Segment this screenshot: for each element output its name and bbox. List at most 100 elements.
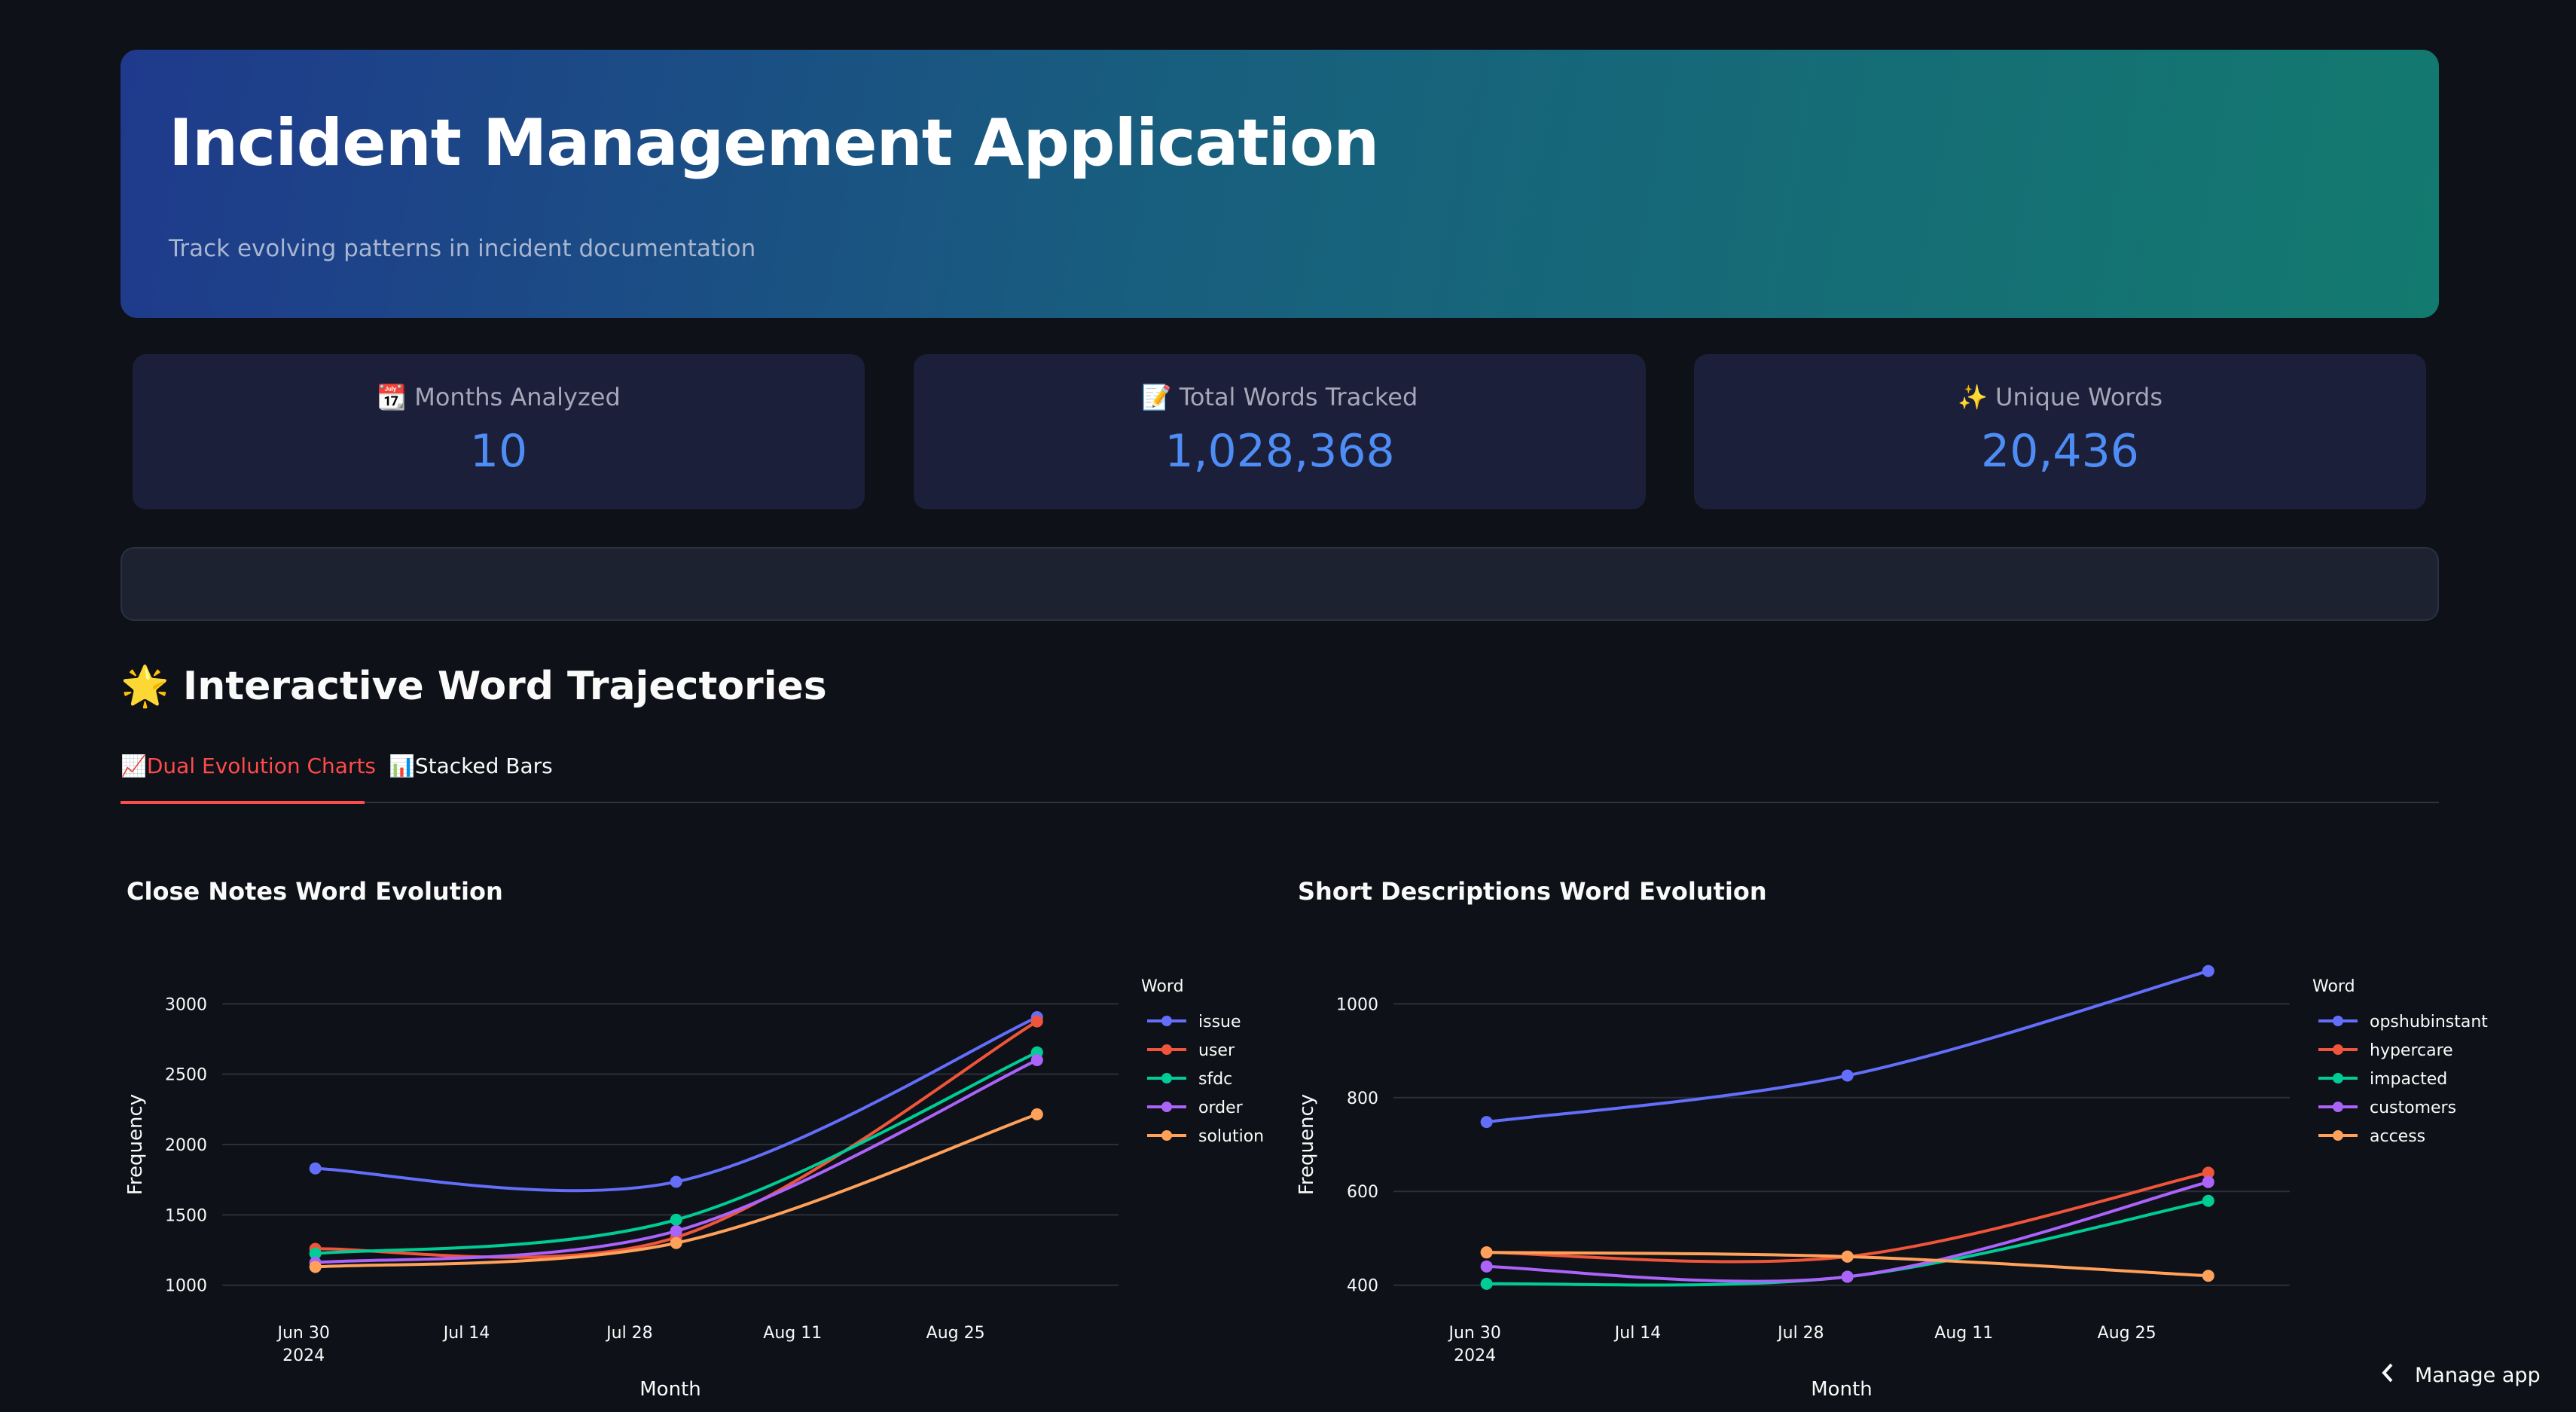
legend-swatch-marker — [2333, 1044, 2343, 1055]
manage-app-button[interactable]: Manage app — [2380, 1362, 2541, 1389]
x-tick-label: Jul 14 — [442, 1324, 490, 1343]
x-tick-label: 2024 — [282, 1346, 325, 1365]
metric-card-total-words: 📝 Total Words Tracked 1,028,368 — [914, 354, 1646, 509]
legend-title: Word — [2312, 977, 2355, 996]
x-axis-title: Month — [639, 1378, 701, 1401]
data-point-solution — [1030, 1108, 1043, 1120]
metric-card-unique-words: ✨ Unique Words 20,436 — [1694, 354, 2426, 509]
data-point-customers — [1841, 1270, 1854, 1283]
legend-swatch-marker — [2333, 1130, 2343, 1141]
metric-label-text: Months Analyzed — [414, 383, 621, 411]
y-tick-label: 600 — [1347, 1183, 1378, 1202]
legend-swatch-marker — [2333, 1073, 2343, 1083]
y-tick-label: 1500 — [165, 1206, 207, 1225]
data-point-access — [1480, 1246, 1493, 1259]
x-tick-label: 2024 — [1454, 1346, 1496, 1365]
section-title: 🌟 Interactive Word Trajectories — [121, 663, 827, 709]
tab-bar: 📈Dual Evolution Charts 📊Stacked Bars — [121, 738, 2439, 804]
calendar-icon: 📆 — [377, 383, 407, 411]
data-point-impacted — [2202, 1194, 2214, 1207]
legend-item-user: user — [1198, 1041, 1235, 1060]
chart-increasing-icon: 📈 — [121, 753, 147, 778]
x-tick-label: Jul 14 — [1613, 1324, 1662, 1343]
tab-dual-evolution-charts[interactable]: 📈Dual Evolution Charts — [121, 753, 376, 778]
metric-label-text: Total Words Tracked — [1179, 383, 1418, 411]
series-line-issue — [315, 1016, 1038, 1193]
data-point-solution — [309, 1261, 322, 1273]
data-point-user — [1030, 1015, 1043, 1028]
legend-item-access: access — [2370, 1127, 2425, 1146]
legend-item-order: order — [1198, 1099, 1244, 1117]
active-tab-indicator — [121, 801, 365, 804]
legend-item-customers: customers — [2370, 1099, 2456, 1117]
memo-icon: 📝 — [1141, 383, 1172, 411]
x-tick-label: Jun 30 — [276, 1324, 329, 1343]
data-point-opshubinstant — [1841, 1069, 1854, 1082]
data-point-access — [1841, 1250, 1854, 1263]
page-subtitle: Track evolving patterns in incident docu… — [169, 235, 756, 262]
metric-label-text: Unique Words — [1995, 383, 2162, 411]
tab-label: Dual Evolution Charts — [146, 753, 377, 778]
chart-title-short-descriptions: Short Descriptions Word Evolution — [1298, 877, 1767, 906]
legend-swatch-marker — [1161, 1102, 1172, 1112]
series-line-opshubinstant — [1486, 969, 2209, 1124]
legend-item-solution: solution — [1198, 1127, 1264, 1146]
y-tick-label: 1000 — [1336, 995, 1378, 1014]
metric-card-months: 📆 Months Analyzed 10 — [133, 354, 865, 509]
y-tick-label: 800 — [1347, 1090, 1378, 1108]
data-point-impacted — [1480, 1277, 1493, 1290]
legend-item-impacted: impacted — [2370, 1070, 2447, 1089]
legend-title: Word — [1141, 977, 1184, 996]
y-tick-label: 3000 — [165, 995, 207, 1014]
y-tick-label: 2500 — [165, 1066, 207, 1085]
y-axis-title: Frequency — [124, 1094, 147, 1195]
data-point-opshubinstant — [2202, 964, 2214, 977]
data-point-access — [2202, 1270, 2214, 1282]
legend-item-hypercare: hypercare — [2370, 1041, 2453, 1060]
legend-swatch-marker — [1161, 1016, 1172, 1026]
x-axis-title: Month — [1811, 1378, 1872, 1401]
metric-label: ✨ Unique Words — [1694, 383, 2426, 411]
x-tick-label: Aug 25 — [2098, 1324, 2156, 1343]
metric-value: 10 — [469, 425, 528, 478]
metric-value: 1,028,368 — [1164, 425, 1395, 478]
data-point-issue — [670, 1175, 682, 1188]
x-tick-label: Aug 25 — [926, 1324, 985, 1343]
glowing-star-icon: 🌟 — [121, 664, 169, 709]
x-tick-label: Aug 11 — [763, 1324, 822, 1343]
x-tick-label: Jun 30 — [1447, 1324, 1500, 1343]
series-line-customers — [1486, 1180, 2209, 1283]
y-tick-label: 400 — [1347, 1277, 1378, 1296]
legend-swatch-marker — [2333, 1016, 2343, 1026]
y-axis-title: Frequency — [1296, 1094, 1318, 1195]
legend-swatch-marker — [2333, 1102, 2343, 1112]
info-band — [121, 547, 2439, 621]
legend-swatch-marker — [1161, 1130, 1172, 1141]
metric-label: 📆 Months Analyzed — [133, 383, 865, 411]
metric-value: 20,436 — [1981, 425, 2139, 478]
data-point-solution — [670, 1236, 682, 1249]
y-tick-label: 1000 — [165, 1277, 207, 1296]
x-tick-label: Jul 28 — [605, 1324, 653, 1343]
tab-label: Stacked Bars — [414, 753, 553, 778]
tab-stacked-bars[interactable]: 📊Stacked Bars — [389, 753, 553, 778]
data-point-customers — [1480, 1260, 1493, 1273]
legend-item-sfdc: sfdc — [1198, 1070, 1232, 1089]
close-notes-line-chart[interactable]: 1000 1500 2000 2500 3000 Jun 30 2024 Jul 14 Jul … — [121, 934, 1280, 1412]
page-title: Incident Management Application — [169, 105, 1379, 181]
y-tick-label: 2000 — [165, 1136, 207, 1155]
legend-item-opshubinstant: opshubinstant — [2370, 1013, 2488, 1031]
x-tick-label: Aug 11 — [1934, 1324, 1993, 1343]
x-tick-label: Jul 28 — [1776, 1324, 1824, 1343]
chart-title-close-notes: Close Notes Word Evolution — [127, 877, 503, 906]
bar-chart-icon: 📊 — [389, 753, 415, 778]
data-point-sfdc — [670, 1213, 682, 1226]
legend-swatch-marker — [1161, 1044, 1172, 1055]
legend-item-issue: issue — [1198, 1013, 1241, 1031]
short-descriptions-line-chart[interactable]: 400 600 800 1000 Jun 30 2024 Jul 14 Jul 28 Aug 1… — [1292, 934, 2488, 1412]
data-point-opshubinstant — [1480, 1116, 1493, 1129]
data-point-order — [1030, 1053, 1043, 1066]
chevron-left-icon — [2380, 1362, 2395, 1389]
metric-label: 📝 Total Words Tracked — [914, 383, 1646, 411]
hero-banner: Incident Management Application Track ev… — [121, 50, 2439, 318]
